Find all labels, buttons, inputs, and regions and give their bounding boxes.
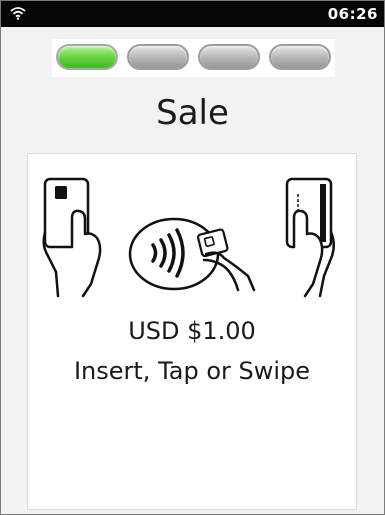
progress-step-3 [198,44,260,70]
swipe-card-icon [285,177,335,298]
insert-card-icon [42,177,102,298]
card-entry-prompt: Insert, Tap or Swipe [73,357,311,385]
status-bar: 06:26 [1,1,384,27]
sale-amount: USD $1.00 [128,317,256,345]
progress-step-4 [269,44,331,70]
contactless-tap-icon [128,217,256,292]
progress-step-2 [127,44,189,70]
progress-step-1 [56,44,118,70]
payment-panel: USD $1.00 Insert, Tap or Swipe [27,153,357,510]
progress-indicator [52,39,335,77]
status-time: 06:26 [327,5,378,23]
page-title: Sale [156,93,229,133]
terminal-screen: 06:26 Sale USD $1.00 Insert, Tap or Swip… [0,0,385,515]
wifi-icon [10,7,26,20]
